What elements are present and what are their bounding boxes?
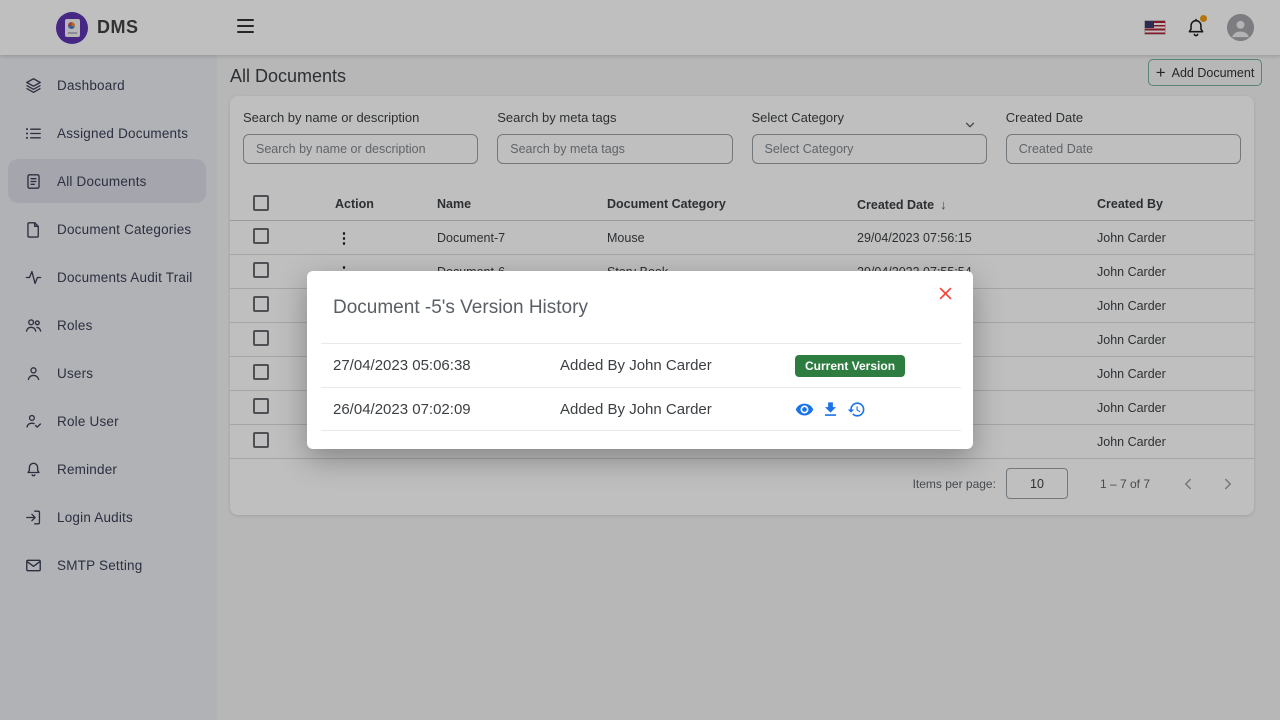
modal-title: Document -5's Version History — [333, 297, 588, 319]
version-datetime: 26/04/2023 07:02:09 — [333, 401, 560, 418]
restore-icon[interactable] — [847, 400, 866, 419]
version-added-by: Added By John Carder — [560, 401, 795, 418]
version-added-by: Added By John Carder — [560, 357, 795, 374]
version-row: 27/04/2023 05:06:38 Added By John Carder… — [321, 343, 961, 387]
version-actions — [795, 400, 961, 419]
version-history-modal: Document -5's Version History 27/04/2023… — [307, 271, 973, 449]
view-icon[interactable] — [795, 400, 814, 419]
version-table: 27/04/2023 05:06:38 Added By John Carder… — [321, 343, 961, 431]
version-row: 26/04/2023 07:02:09 Added By John Carder — [321, 387, 961, 431]
download-icon[interactable] — [821, 400, 840, 419]
close-icon[interactable] — [935, 283, 955, 303]
app-root: DMS DashboardAssigned Documents — [0, 0, 1280, 720]
version-datetime: 27/04/2023 05:06:38 — [333, 357, 560, 374]
current-version-badge: Current Version — [795, 355, 905, 377]
